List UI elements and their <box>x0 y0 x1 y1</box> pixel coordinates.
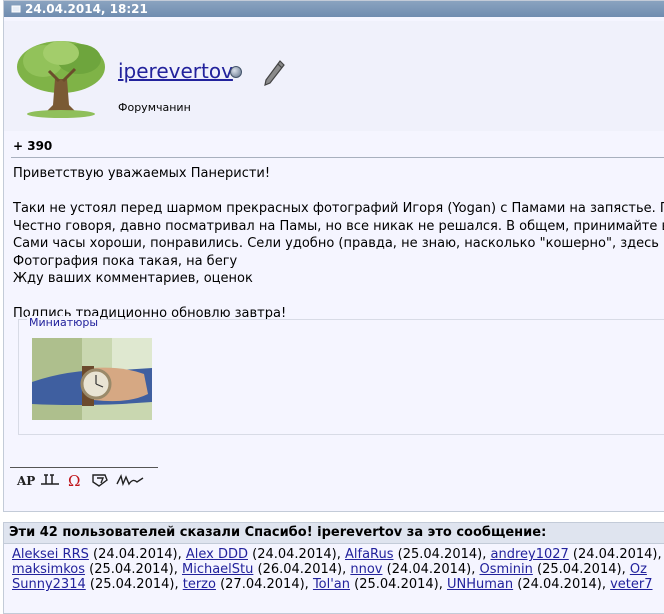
thanks-date: (25.04.2014), <box>350 577 447 592</box>
thanks-user-link[interactable]: Sunny2314 <box>12 577 86 592</box>
post-line: Жду ваших комментариев, оценок <box>13 271 253 286</box>
user-info: iperevertov Форумчанин <box>4 21 664 131</box>
omega-icon: Ω <box>65 472 87 490</box>
thumbnails-box: Миниатюры <box>18 316 664 435</box>
thanks-date: (26.04.2014), <box>253 562 351 577</box>
ap-icon: AP <box>15 472 37 488</box>
thanks-user-link[interactable]: andrey1027 <box>490 547 568 562</box>
post-line <box>13 288 664 306</box>
thanks-date: (24.04.2014), <box>248 547 345 562</box>
post-line: Честно говоря, давно посматривал на Памы… <box>13 218 664 234</box>
pin-icon <box>11 5 21 13</box>
post-line <box>13 183 664 201</box>
jl-icon <box>39 472 61 488</box>
thumbnails-title: Миниатюры <box>27 316 101 329</box>
thanks-user-link[interactable]: Aleksei RRS <box>12 547 89 562</box>
edit-pencil-icon[interactable] <box>262 59 286 87</box>
thanks-date: (25.04.2014), <box>532 562 630 577</box>
thanks-user-link[interactable]: terzo <box>183 577 216 592</box>
thanks-date: (25.04.2014), <box>85 577 183 592</box>
forum-post: 24.04.2014, 18:21 iperevertov Форумчанин… <box>3 0 664 512</box>
username-link[interactable]: iperevertov <box>118 59 233 83</box>
thanks-date: (27.04.2014), <box>215 577 313 592</box>
post-date: 24.04.2014, 18:21 <box>25 2 148 16</box>
post-line: Фотография пока такая, на бегу <box>13 253 238 269</box>
thanks-user-link[interactable]: Osminin <box>479 562 532 577</box>
thanks-row: Aleksei RRS (24.04.2014), Alex DDD (24.0… <box>12 547 664 562</box>
thanks-header: Эти 42 пользователей сказали Спасибо! ip… <box>4 523 664 544</box>
avatar[interactable] <box>13 37 109 119</box>
reputation: + 390 <box>13 139 53 153</box>
post-body: Приветствую уважаемых Панеристи! Таки не… <box>13 165 664 323</box>
monogram-icon <box>89 472 111 488</box>
thanks-user-link[interactable]: nnov <box>350 562 382 577</box>
thanks-date: (25.04.2014), <box>85 562 182 577</box>
thanks-user-link[interactable]: Alex DDD <box>186 547 248 562</box>
thanks-list: Aleksei RRS (24.04.2014), Alex DDD (24.0… <box>4 544 664 592</box>
thanks-user-link[interactable]: maksimkos <box>12 562 85 577</box>
status-offline-icon <box>230 66 242 78</box>
post-header: 24.04.2014, 18:21 <box>4 1 664 17</box>
thanks-date: (24.04.2014), <box>513 577 611 592</box>
thanks-user-link[interactable]: veter7 <box>610 577 652 592</box>
user-title: Форумчанин <box>118 101 191 114</box>
thanks-user-link[interactable]: UNHuman <box>447 577 513 592</box>
thanks-row: maksimkos (25.04.2014), MichaelStu (26.0… <box>12 562 664 577</box>
thanks-user-link[interactable]: AlfaRus <box>345 547 394 562</box>
thanks-date: (24.04.2014), <box>382 562 480 577</box>
thanks-user-link[interactable]: Tol'an <box>313 577 350 592</box>
signature-icon <box>115 472 144 488</box>
thanks-user-link[interactable]: MichaelStu <box>182 562 253 577</box>
thanks-date: (24.04.2014), <box>568 547 662 562</box>
signature-divider <box>10 467 158 468</box>
post-line: Приветствую уважаемых Панеристи! <box>13 166 271 181</box>
post-line: Сами часы хороши, понравились. Сели удоб… <box>13 236 664 251</box>
watch-thumbnail[interactable] <box>32 338 152 420</box>
thanks-date: (24.04.2014), <box>88 547 186 562</box>
thanks-box: Эти 42 пользователей сказали Спасибо! ip… <box>3 522 664 614</box>
svg-text:AP: AP <box>16 474 35 488</box>
thanks-row: Sunny2314 (25.04.2014), terzo (27.04.201… <box>12 577 664 592</box>
svg-text:Ω: Ω <box>68 472 80 488</box>
divider <box>11 157 664 158</box>
thanks-date: (25.04.2014), <box>393 547 491 562</box>
thanks-user-link[interactable]: Oz <box>630 562 647 577</box>
post-line: Таки не устоял перед шармом прекрасных ф… <box>13 201 664 216</box>
